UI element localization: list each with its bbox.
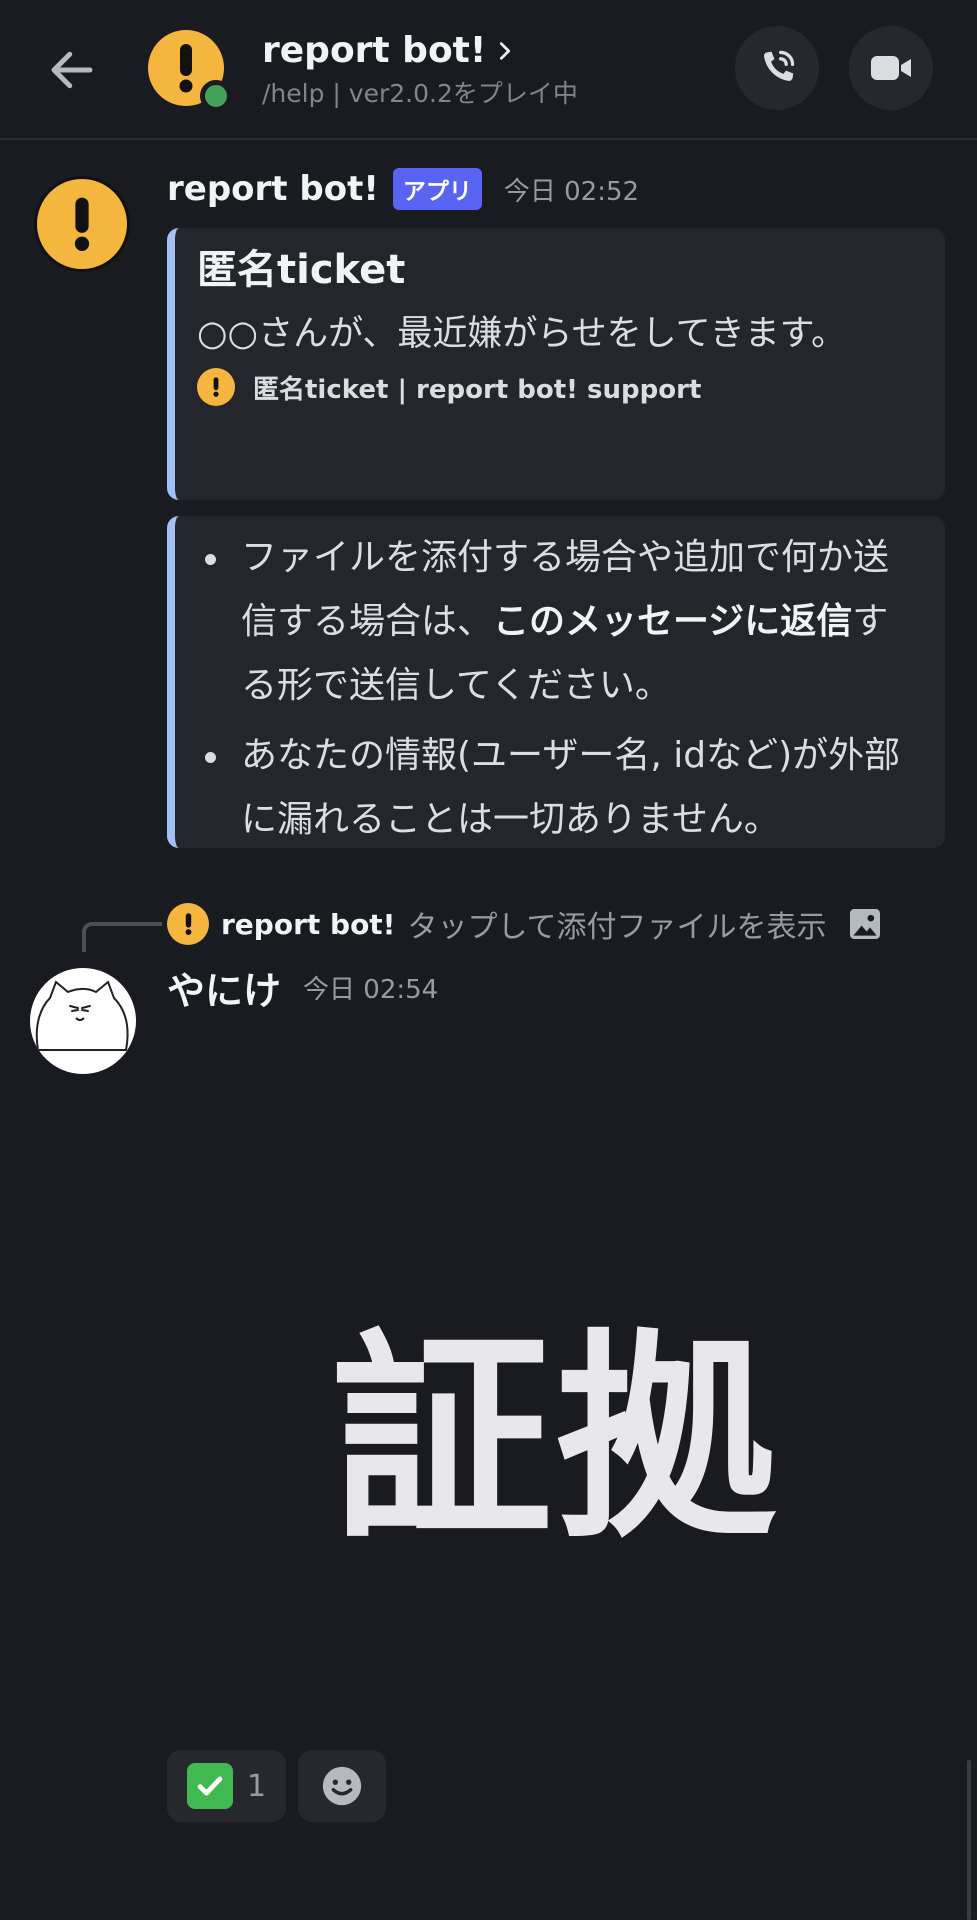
video-camera-icon	[871, 56, 911, 80]
info-list-item: ファイルを添付する場合や追加で何か送信する場合は、このメッセージに返信する形で送…	[197, 526, 923, 718]
reaction-count: 1	[247, 1768, 267, 1804]
message-timestamp: 今日 02:52	[503, 176, 640, 207]
scrollbar[interactable]	[967, 1760, 971, 1920]
footer-bot-icon	[197, 368, 235, 406]
chat-header: report bot! /help | ver2.0.2をプレイ中	[0, 0, 977, 140]
activity-status: /help | ver2.0.2をプレイ中	[262, 79, 578, 108]
embed-footer: 匿名ticket | report bot! support	[197, 368, 923, 406]
embed-footer-text: 匿名ticket | report bot! support	[253, 374, 702, 405]
online-status-indicator	[200, 80, 232, 112]
message-author-name[interactable]: やにけ	[167, 960, 281, 1015]
info-list: ファイルを添付する場合や追加で何か送信する場合は、このメッセージに返信する形で送…	[197, 526, 923, 852]
ticket-embed: 匿名ticket ○○さんが、最近嫌がらせをしてきます。 匿名ticket | …	[167, 228, 945, 500]
exclamation-icon	[185, 913, 191, 936]
message-header: やにけ 今日 02:54	[167, 960, 438, 1015]
exclamation-icon	[213, 377, 219, 397]
reply-reference[interactable]: report bot! タップして添付ファイルを表示	[167, 902, 957, 946]
arrow-left-icon	[51, 51, 93, 89]
voice-call-button[interactable]	[735, 26, 819, 110]
reply-content-text: タップして添付ファイルを表示	[407, 910, 827, 945]
back-button[interactable]	[40, 38, 104, 102]
image-attachment[interactable]: 証拠	[167, 1120, 945, 1720]
reply-author-name: report bot!	[221, 907, 396, 941]
white-check-mark-icon	[187, 1763, 233, 1809]
phone-icon	[763, 50, 795, 82]
smiley-add-icon	[322, 1766, 362, 1806]
message-author-name[interactable]: report bot!	[167, 169, 379, 209]
reaction-check[interactable]: 1	[167, 1750, 287, 1822]
message-timestamp: 今日 02:54	[303, 975, 439, 1005]
checkmark-glyph	[197, 1776, 223, 1796]
reactions-bar: 1	[167, 1750, 387, 1822]
reply-connector-line	[82, 922, 162, 952]
info-item-bold-text: このメッセージに返信	[493, 601, 853, 643]
chevron-right-icon	[500, 41, 511, 60]
exclamation-icon	[179, 44, 193, 93]
cat-avatar-icon	[35, 980, 129, 1051]
info-item-text: あなたの情報(ユーザー名, idなど)が外部に漏れることは一切ありません。	[241, 735, 901, 841]
user-avatar[interactable]	[30, 968, 136, 1074]
channel-title-text: report bot!	[262, 30, 487, 71]
info-list-item: あなたの情報(ユーザー名, idなど)が外部に漏れることは一切ありません。	[197, 724, 923, 852]
info-embed: ファイルを添付する場合や追加で何か送信する場合は、このメッセージに返信する形で送…	[167, 516, 945, 848]
embed-description: ○○さんが、最近嫌がらせをしてきます。	[197, 314, 847, 354]
exclamation-icon	[74, 197, 90, 251]
video-call-button[interactable]	[849, 26, 933, 110]
app-badge: アプリ	[392, 168, 482, 210]
channel-title[interactable]: report bot!	[262, 30, 516, 71]
reply-bot-avatar	[167, 903, 209, 945]
message-author-avatar[interactable]	[34, 176, 130, 272]
add-reaction-button[interactable]	[298, 1750, 387, 1822]
attachment-image-text: 証拠	[331, 1311, 780, 1567]
embed-title: 匿名ticket	[197, 247, 406, 293]
image-icon	[849, 909, 880, 939]
message-header: report bot! アプリ 今日 02:52	[167, 168, 639, 210]
